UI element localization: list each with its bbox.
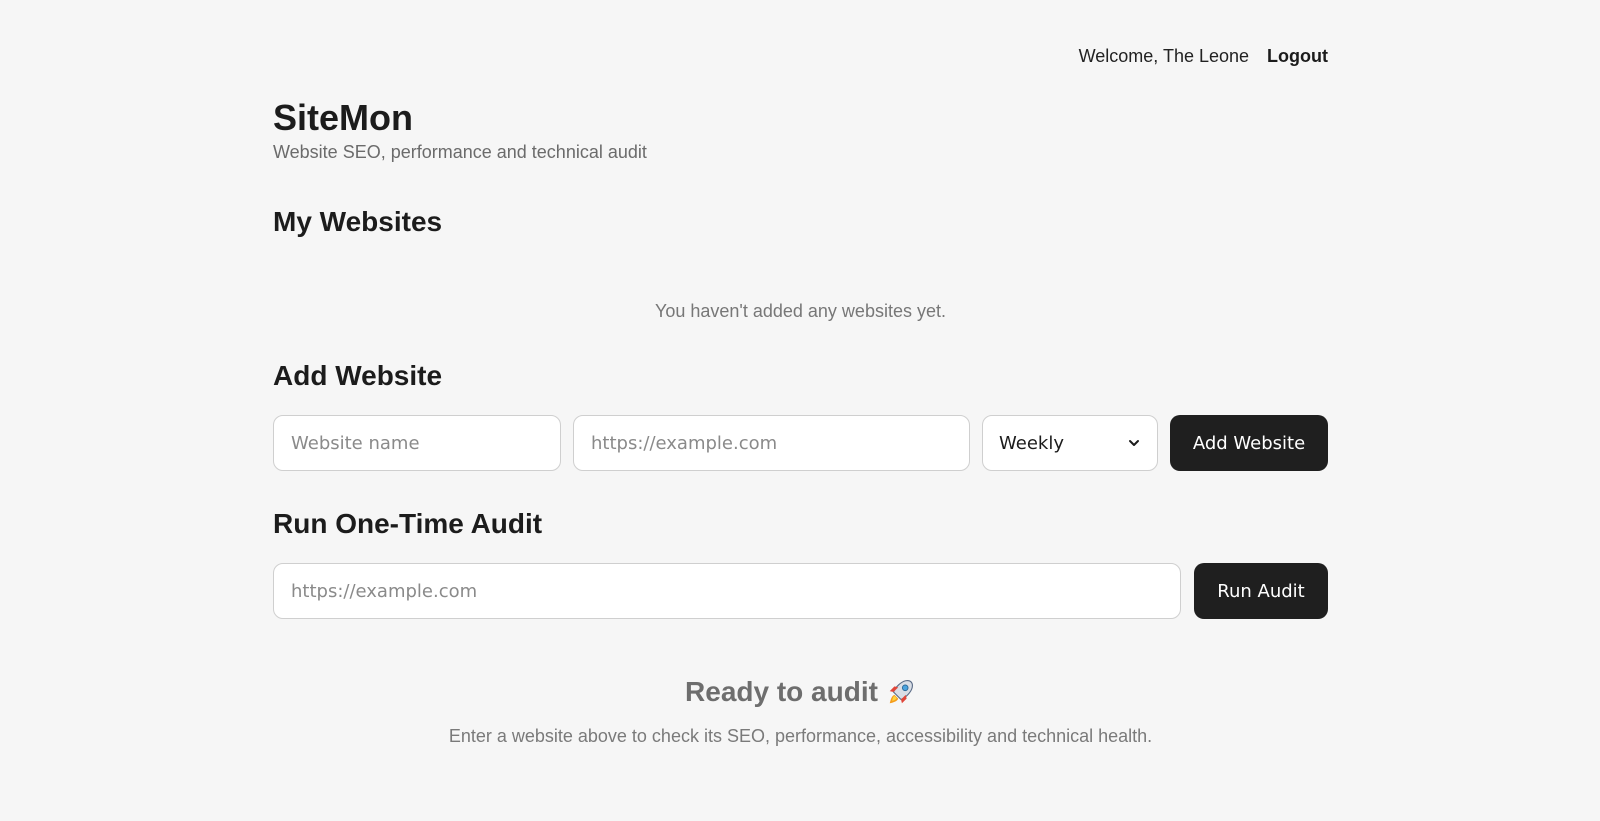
welcome-text: Welcome, The Leone [1078,46,1250,66]
ready-title-text: Ready to audit [685,676,878,707]
frequency-selected-value: Weekly [999,432,1064,454]
audit-empty-state: Ready to audit Enter a website above to … [273,676,1328,747]
rocket-icon [889,680,913,704]
app-subtitle: Website SEO, performance and technical a… [273,142,647,162]
add-website-form: Weekly Add Website [273,415,1328,471]
add-website-button[interactable]: Add Website [1170,415,1328,471]
websites-empty-message: You haven't added any websites yet. [655,301,946,321]
run-audit-button[interactable]: Run Audit [1194,563,1328,619]
brand-block: SiteMon Website SEO, performance and tec… [273,96,647,163]
ready-message: Enter a website above to check its SEO, … [448,726,1153,746]
one-time-audit-heading: Run One-Time Audit [273,508,543,539]
website-url-input[interactable] [573,415,970,471]
frequency-select[interactable]: Weekly [982,415,1158,471]
website-name-input[interactable] [273,415,561,471]
logout-link[interactable]: Logout [1267,46,1328,67]
audit-url-input[interactable] [273,563,1181,619]
ready-title: Ready to audit [685,676,916,708]
my-websites-heading: My Websites [273,206,443,237]
app-title: SiteMon [273,97,413,138]
user-bar: Welcome, The Leone Logout [1079,46,1328,67]
chevron-down-icon [1129,440,1139,446]
one-time-audit-form: Run Audit [273,563,1328,619]
add-website-heading: Add Website [273,360,443,391]
page-container: Welcome, The Leone Logout SiteMon Websit… [273,0,1328,821]
